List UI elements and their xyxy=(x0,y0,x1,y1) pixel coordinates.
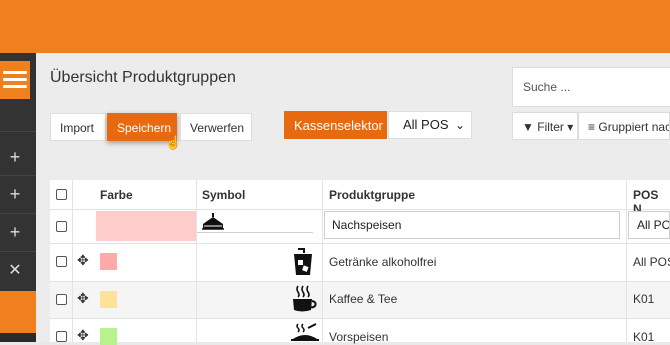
discard-button[interactable]: Verwerfen xyxy=(180,113,252,141)
hand-cursor-icon: ☝ xyxy=(165,135,182,150)
row-divider xyxy=(50,209,670,210)
drag-handle-icon[interactable]: ✥ xyxy=(77,327,89,344)
product-group-input[interactable]: Nachspeisen xyxy=(324,211,620,239)
drag-handle-icon[interactable]: ✥ xyxy=(77,252,89,269)
caret-down-icon: ▾ xyxy=(567,120,574,134)
serving-dish-icon xyxy=(291,323,319,341)
sidebar-divider xyxy=(0,131,36,132)
row-checkbox[interactable] xyxy=(56,221,67,232)
plus-icon[interactable]: + xyxy=(0,184,30,205)
column-header-color[interactable]: Farbe xyxy=(100,188,133,202)
import-button[interactable]: Import xyxy=(50,113,106,141)
column-divider xyxy=(72,180,73,342)
hamburger-line xyxy=(3,71,27,74)
column-divider xyxy=(322,180,323,342)
main-content: Übersicht Produktgruppen Suche ... Impor… xyxy=(36,53,670,345)
row-checkbox[interactable] xyxy=(56,256,67,267)
cold-drink-icon xyxy=(294,248,312,275)
sidebar: + + + ✕ xyxy=(0,53,36,342)
pos-select[interactable]: All POS ⌄ xyxy=(388,111,472,139)
column-divider xyxy=(626,180,627,342)
sidebar-active-item[interactable] xyxy=(0,291,36,333)
filter-label: Filter xyxy=(537,120,564,134)
column-divider xyxy=(196,180,197,342)
search-placeholder: Suche ... xyxy=(523,80,571,94)
sidebar-divider xyxy=(0,251,36,252)
plus-icon[interactable]: + xyxy=(0,222,30,243)
product-group-name: Kaffee & Tee xyxy=(329,292,398,306)
pos-value: All POS xyxy=(637,218,669,232)
group-by-label: Gruppiert nac xyxy=(598,120,670,134)
color-swatch xyxy=(100,253,117,270)
pos-assignment: K01 xyxy=(633,292,655,306)
row-divider xyxy=(50,318,670,319)
coffee-cup-icon xyxy=(293,285,317,312)
color-picker-field[interactable] xyxy=(96,211,196,241)
sidebar-divider xyxy=(0,175,36,176)
product-groups-table: Farbe Symbol Produktgruppe POS N Nachspe… xyxy=(50,180,670,345)
row-divider xyxy=(50,243,670,244)
hamburger-line xyxy=(3,85,27,88)
product-group-name: Getränke alkoholfrei xyxy=(329,255,437,269)
row-checkbox[interactable] xyxy=(56,294,67,305)
color-swatch xyxy=(100,328,117,345)
product-group-value: Nachspeisen xyxy=(332,218,402,232)
drag-handle-icon[interactable]: ✥ xyxy=(77,290,89,307)
group-by-button[interactable]: ≡ Gruppiert nac xyxy=(578,112,670,140)
pos-input[interactable]: All POS xyxy=(628,211,670,239)
sidebar-divider xyxy=(0,213,36,214)
color-swatch xyxy=(100,291,117,308)
filter-button[interactable]: ▼ Filter ▾ xyxy=(512,112,578,140)
close-icon[interactable]: ✕ xyxy=(0,260,30,280)
plus-icon[interactable]: + xyxy=(0,147,30,168)
list-icon: ≡ xyxy=(588,120,596,134)
pos-assignment: All POS xyxy=(633,255,670,269)
pos-select-value: All POS xyxy=(403,117,449,132)
filter-icon: ▼ xyxy=(522,120,534,134)
cash-selector-button[interactable]: Kassenselektor xyxy=(284,111,387,139)
hamburger-menu-button[interactable] xyxy=(0,61,30,99)
hamburger-line xyxy=(3,78,27,81)
page-title: Übersicht Produktgruppen xyxy=(50,69,236,86)
search-input[interactable]: Suche ... xyxy=(512,67,670,107)
cake-icon xyxy=(202,213,224,230)
row-divider xyxy=(50,281,670,282)
chevron-down-icon: ⌄ xyxy=(454,118,465,132)
symbol-picker-field[interactable] xyxy=(197,211,313,233)
select-all-checkbox[interactable] xyxy=(56,189,67,200)
top-bar xyxy=(0,0,670,53)
column-header-symbol[interactable]: Symbol xyxy=(202,188,245,202)
column-header-product-group[interactable]: Produktgruppe xyxy=(329,188,415,202)
row-checkbox[interactable] xyxy=(56,331,67,342)
sidebar-item[interactable] xyxy=(0,333,36,342)
